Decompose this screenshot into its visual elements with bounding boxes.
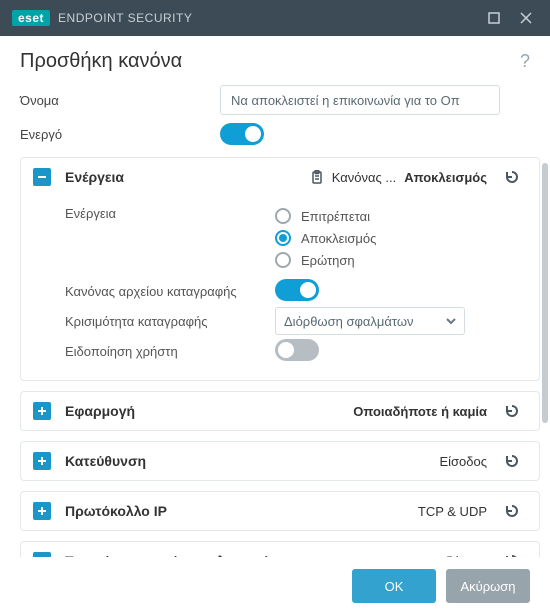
- enabled-toggle[interactable]: [220, 123, 264, 145]
- action-radio-group: Επιτρέπεται Αποκλεισμός Ερώτηση: [275, 206, 527, 276]
- panel-action-rule-label: Κανόνας ...: [332, 170, 397, 185]
- name-row: Όνομα: [20, 83, 530, 117]
- name-input[interactable]: [220, 85, 500, 115]
- panel-localhost-title: Τοπικός κεντρικός υπολογιστής: [65, 553, 277, 557]
- notify-toggle[interactable]: [275, 339, 319, 361]
- panel-action-body: Ενέργεια Επιτρέπεται Αποκλεισμός Ερώτηση…: [21, 196, 539, 380]
- radio-block[interactable]: Αποκλεισμός: [275, 230, 527, 246]
- panel-action: Ενέργεια Κανόνας ... Αποκλεισμός Ενέργει…: [20, 157, 540, 381]
- undo-icon: [504, 453, 520, 469]
- action-option-label: Ενέργεια: [65, 206, 275, 221]
- panel-application-header[interactable]: Εφαρμογή Οποιαδήποτε ή καμία: [21, 392, 539, 430]
- undo-icon: [504, 403, 520, 419]
- vertical-scrollbar[interactable]: [542, 163, 548, 423]
- page-title: Προσθήκη κανόνα: [20, 50, 520, 73]
- panel-protocol-header[interactable]: Πρωτόκολλο IP TCP & UDP: [21, 492, 539, 530]
- enabled-row: Ενεργό: [20, 117, 530, 151]
- panel-application-summary: Οποιαδήποτε ή καμία: [353, 404, 487, 419]
- name-label: Όνομα: [20, 93, 220, 108]
- window-maximize-button[interactable]: [478, 0, 510, 36]
- help-button[interactable]: ?: [520, 51, 530, 72]
- panel-application-title: Εφαρμογή: [65, 403, 135, 419]
- panel-localhost: Τοπικός κεντρικός υπολογιστής Οποιοσδήπο…: [20, 541, 540, 557]
- radio-ask-label: Ερώτηση: [301, 253, 355, 268]
- panels-container: Ενέργεια Κανόνας ... Αποκλεισμός Ενέργει…: [0, 157, 550, 557]
- cancel-button[interactable]: Ακύρωση: [446, 569, 530, 603]
- severity-label: Κρισιμότητα καταγραφής: [65, 314, 275, 329]
- collapse-icon: [33, 168, 51, 186]
- radio-allow[interactable]: Επιτρέπεται: [275, 208, 527, 224]
- panel-localhost-header[interactable]: Τοπικός κεντρικός υπολογιστής Οποιοσδήπο…: [21, 542, 539, 557]
- panel-protocol-title: Πρωτόκολλο IP: [65, 503, 167, 519]
- expand-icon: [33, 402, 51, 420]
- panel-action-header[interactable]: Ενέργεια Κανόνας ... Αποκλεισμός: [21, 158, 539, 196]
- page-header: Προσθήκη κανόνα ?: [0, 36, 550, 83]
- undo-icon: [504, 553, 520, 557]
- titlebar: eset ENDPOINT SECURITY: [0, 0, 550, 36]
- log-rule-toggle[interactable]: [275, 279, 319, 301]
- panel-localhost-reset[interactable]: [497, 553, 527, 557]
- expand-icon: [33, 452, 51, 470]
- severity-select[interactable]: Διόρθωση σφαλμάτων: [275, 307, 465, 335]
- log-rule-label: Κανόνας αρχείου καταγραφής: [65, 284, 275, 299]
- chevron-down-icon: [446, 316, 456, 326]
- enabled-label: Ενεργό: [20, 127, 220, 142]
- undo-icon: [504, 503, 520, 519]
- panel-protocol-reset[interactable]: [497, 503, 527, 519]
- radio-block-label: Αποκλεισμός: [301, 231, 376, 246]
- panel-application: Εφαρμογή Οποιαδήποτε ή καμία: [20, 391, 540, 431]
- panel-action-title: Ενέργεια: [65, 169, 124, 185]
- severity-value: Διόρθωση σφαλμάτων: [284, 314, 414, 329]
- panel-direction-summary: Είσοδος: [439, 454, 487, 469]
- panel-direction-reset[interactable]: [497, 453, 527, 469]
- expand-icon: [33, 502, 51, 520]
- expand-icon: [33, 552, 51, 557]
- notify-label: Ειδοποίηση χρήστη: [65, 344, 275, 359]
- product-name: ENDPOINT SECURITY: [58, 11, 192, 25]
- panel-direction: Κατεύθυνση Είσοδος: [20, 441, 540, 481]
- close-icon: [520, 12, 532, 24]
- panel-direction-title: Κατεύθυνση: [65, 453, 146, 469]
- ok-button[interactable]: OK: [352, 569, 436, 603]
- panels-scroll-area: Ενέργεια Κανόνας ... Αποκλεισμός Ενέργει…: [0, 157, 550, 557]
- footer: OK Ακύρωση: [0, 557, 550, 615]
- clipboard-icon: [306, 170, 328, 184]
- top-form: Όνομα Ενεργό: [0, 83, 550, 157]
- window-close-button[interactable]: [510, 0, 542, 36]
- panel-action-summary: Αποκλεισμός: [404, 170, 487, 185]
- panel-protocol: Πρωτόκολλο IP TCP & UDP: [20, 491, 540, 531]
- radio-allow-label: Επιτρέπεται: [301, 209, 370, 224]
- square-icon: [488, 12, 500, 24]
- panel-localhost-summary: Οποιοσδήποτε: [402, 554, 488, 558]
- panel-direction-header[interactable]: Κατεύθυνση Είσοδος: [21, 442, 539, 480]
- undo-icon: [504, 169, 520, 185]
- panel-application-reset[interactable]: [497, 403, 527, 419]
- brand-badge: eset: [12, 10, 50, 26]
- panel-action-reset[interactable]: [497, 169, 527, 185]
- panel-protocol-summary: TCP & UDP: [418, 504, 487, 519]
- radio-ask[interactable]: Ερώτηση: [275, 252, 527, 268]
